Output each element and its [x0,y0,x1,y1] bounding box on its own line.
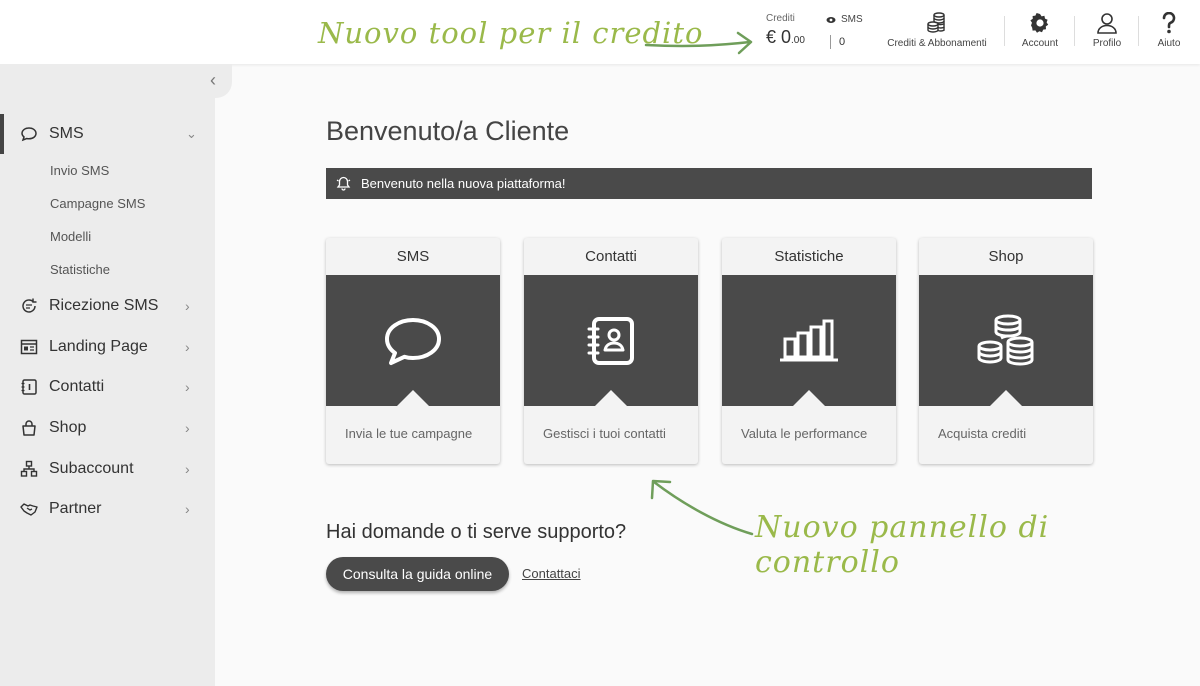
chevron-right-icon: › [185,298,190,314]
webpage-icon [20,339,38,355]
sidebar-item-label: Ricezione SMS [49,297,159,314]
card-title: Statistiche [774,248,844,265]
card-description: Invia le tue campagne [345,426,473,441]
sidebar-item-sms[interactable]: SMS ⌄ [0,114,215,154]
question-icon [1162,12,1176,34]
divider [1004,16,1005,46]
sidebar-item-label: Landing Page [49,338,148,355]
sms-label: SMS [826,14,863,25]
sidebar-item-subaccount[interactable]: Subaccount › [0,449,215,489]
support-question: Hai domande o ti serve supporto? [326,521,627,543]
sidebar-item-label: Shop [49,419,87,436]
annotation-control-panel: Nuovo pannello di controllo [755,510,1050,580]
sidebar-subitem-statistiche[interactable]: Statistiche [50,262,110,277]
gear-icon [1030,13,1049,33]
sidebar-item-label: Contatti [49,378,105,395]
sidebar-item-shop[interactable]: Shop › [0,408,215,448]
credit-balance[interactable]: Crediti € 0.00 [766,13,805,48]
card-statistiche[interactable]: Statistiche Valuta le performance [722,238,896,464]
sidebar-collapse-button[interactable] [200,64,232,98]
card-description: Acquista crediti [938,426,1027,441]
address-book-icon [21,379,37,395]
credit-label: Crediti [766,13,795,24]
page-title: Benvenuto/a Cliente [326,116,570,146]
credits-subscriptions-button[interactable]: Crediti & Abbonamenti [884,12,990,49]
welcome-banner: Benvenuto nella nuova piattaforma! [326,168,1092,199]
help-button[interactable]: Aiuto [1150,12,1188,49]
sidebar-item-label: SMS [49,125,84,142]
shopping-bag-icon [22,420,36,436]
chevron-right-icon: › [185,339,190,355]
bell-icon [336,176,351,191]
chevron-down-icon: ⌄ [186,126,197,141]
refresh-chat-icon [22,298,37,313]
card-sms[interactable]: SMS Invia le tue campagne [326,238,500,464]
chat-bubble-icon [385,317,441,365]
sidebar-item-landing-page[interactable]: Landing Page › [0,327,215,367]
card-shop[interactable]: Shop Acquista crediti [919,238,1093,464]
sidebar-item-partner[interactable]: Partner › [0,489,215,529]
account-button[interactable]: Account [1015,12,1065,49]
divider [1138,16,1139,46]
sidebar-item-contatti[interactable]: Contatti › [0,367,215,407]
sidebar-subitem-modelli[interactable]: Modelli [50,229,91,244]
handshake-icon [20,503,38,516]
chevron-right-icon: › [185,420,190,436]
online-guide-button[interactable]: Consulta la guida online [326,557,509,591]
sms-balance[interactable]: SMS 0 [826,14,863,49]
sms-value: 0 [839,36,846,48]
bar-chart-icon [780,319,838,361]
banner-text: Benvenuto nella nuova piattaforma! [361,176,566,191]
contact-link[interactable]: Contattaci [522,566,581,581]
chevron-right-icon: › [185,461,190,477]
sidebar-subitem-campagne-sms[interactable]: Campagne SMS [50,196,145,211]
chevron-left-icon: ‹ [210,70,216,90]
sidebar-item-label: Subaccount [49,460,134,477]
card-description: Valuta le performance [741,426,868,441]
sidebar-item-ricezione-sms[interactable]: Ricezione SMS › [0,286,215,326]
credit-value: € 0.00 [766,27,805,47]
chevron-right-icon: › [185,379,190,395]
chat-bubble-icon [21,127,37,142]
hierarchy-icon [20,460,38,477]
address-book-icon [587,316,634,365]
eye-icon [826,16,836,23]
card-contatti[interactable]: Contatti Gestisci i tuoi contatti [524,238,698,464]
card-title: Shop [988,248,1024,265]
annotation-arrow-left-icon [650,479,754,536]
profile-button[interactable]: Profilo [1085,12,1129,49]
user-icon [1097,13,1117,34]
chevron-right-icon: › [185,501,190,517]
coins-icon [927,12,945,33]
card-title: SMS [396,248,430,265]
card-title: Contatti [585,248,637,265]
divider [1074,16,1075,46]
annotation-arrow-right-icon [644,31,753,55]
sidebar-subitem-invio-sms[interactable]: Invio SMS [50,163,109,178]
sidebar-item-label: Partner [49,500,102,517]
card-description: Gestisci i tuoi contatti [543,426,666,441]
coins-stack-icon [977,314,1034,366]
